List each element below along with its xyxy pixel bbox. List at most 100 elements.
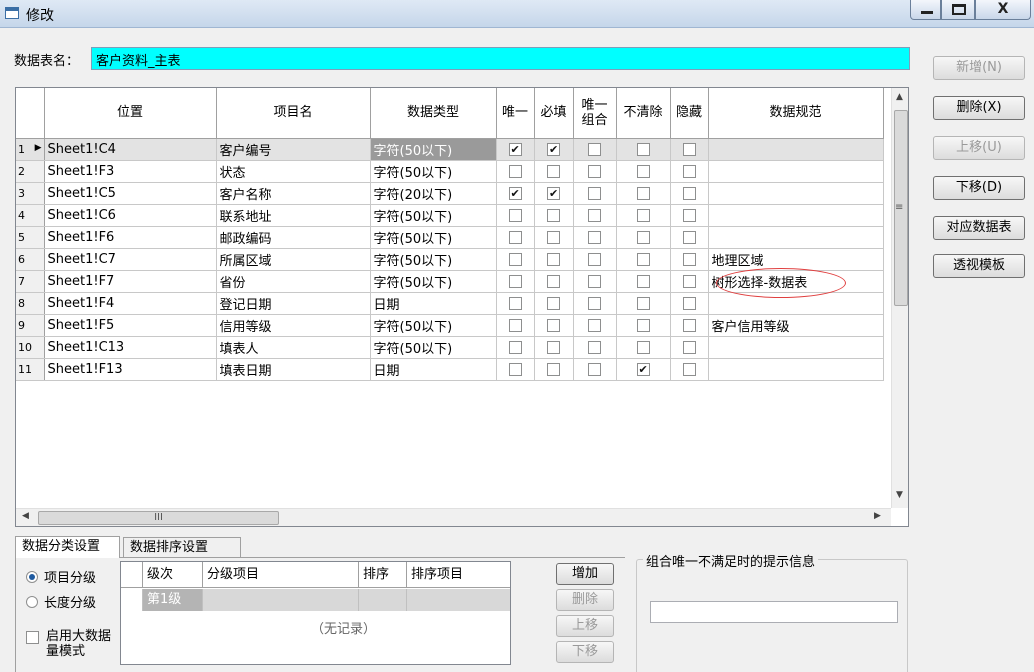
unique-checkbox-cell[interactable] xyxy=(496,336,535,359)
unique-checkbox-cell[interactable] xyxy=(496,204,535,227)
keep-checkbox-cell[interactable] xyxy=(616,248,671,271)
pivot-template-button[interactable]: 透视模板 xyxy=(933,254,1025,278)
minimize-button[interactable] xyxy=(910,0,941,20)
table-row[interactable]: 1 ▶ Sheet1!C4 客户编号 字符(50以下) xyxy=(16,138,884,161)
position-cell[interactable]: Sheet1!C7 xyxy=(44,248,217,271)
col-header-hidden[interactable]: 隐藏 xyxy=(670,88,709,139)
keep-checkbox-cell[interactable] xyxy=(616,204,671,227)
item-name-cell[interactable]: 所属区域 xyxy=(216,248,371,271)
level-delete-button[interactable]: 删除 xyxy=(556,589,614,611)
maximize-button[interactable] xyxy=(941,0,975,20)
checkbox-icon[interactable] xyxy=(508,362,522,376)
hidden-checkbox-cell[interactable] xyxy=(670,336,709,359)
row-number[interactable]: 7 xyxy=(16,270,45,293)
level-sort-cell[interactable] xyxy=(359,589,407,611)
tab-classify[interactable]: 数据分类设置 xyxy=(15,536,120,558)
checkbox-icon[interactable] xyxy=(636,230,650,244)
table-row[interactable]: 11 Sheet1!F13 填表日期 日期 xyxy=(16,358,884,381)
data-type-cell[interactable]: 日期 xyxy=(370,292,497,315)
checkbox-icon[interactable] xyxy=(508,230,522,244)
checkbox-icon[interactable] xyxy=(588,362,601,376)
checkbox-icon[interactable] xyxy=(588,208,601,222)
required-checkbox-cell[interactable] xyxy=(534,248,574,271)
required-checkbox-cell[interactable] xyxy=(534,138,574,161)
row-number[interactable]: 1 ▶ xyxy=(16,138,45,161)
level-item-cell[interactable] xyxy=(203,589,359,611)
col-header-unique-combo[interactable]: 唯一 组合 xyxy=(573,88,617,139)
required-checkbox-cell[interactable] xyxy=(534,270,574,293)
item-name-cell[interactable]: 登记日期 xyxy=(216,292,371,315)
checkbox-icon[interactable] xyxy=(682,318,696,332)
spec-cell[interactable]: 地理区域 xyxy=(708,248,884,271)
col-header-level-item[interactable]: 分级项目 xyxy=(203,562,359,588)
table-row[interactable]: 4 Sheet1!C6 联系地址 字符(50以下) xyxy=(16,204,884,227)
col-header-item-name[interactable]: 项目名 xyxy=(216,88,371,139)
position-cell[interactable]: Sheet1!C13 xyxy=(44,336,217,359)
table-row[interactable]: 5 Sheet1!F6 邮政编码 字符(50以下) xyxy=(16,226,884,249)
unique-checkbox-cell[interactable] xyxy=(496,182,535,205)
checkbox-icon[interactable] xyxy=(682,186,696,200)
combo-checkbox-cell[interactable] xyxy=(573,248,617,271)
data-type-cell[interactable]: 字符(50以下) xyxy=(370,270,497,293)
delete-button[interactable]: 删除(X) xyxy=(933,96,1025,120)
table-row[interactable]: 3 Sheet1!C5 客户名称 字符(20以下) xyxy=(16,182,884,205)
row-number[interactable]: 3 xyxy=(16,182,45,205)
unique-checkbox-cell[interactable] xyxy=(496,138,535,161)
checkbox-icon[interactable] xyxy=(588,252,601,266)
col-header-required[interactable]: 必填 xyxy=(534,88,574,139)
keep-checkbox-cell[interactable] xyxy=(616,336,671,359)
combo-checkbox-cell[interactable] xyxy=(573,270,617,293)
data-type-cell[interactable]: 字符(50以下) xyxy=(370,204,497,227)
level-row[interactable]: 第1级 xyxy=(121,589,510,611)
checkbox-icon[interactable] xyxy=(636,186,650,200)
move-up-button[interactable]: 上移(U) xyxy=(933,136,1025,160)
table-name-input[interactable]: 客户资料_主表 xyxy=(91,47,910,70)
data-type-cell[interactable]: 字符(50以下) xyxy=(370,248,497,271)
combo-checkbox-cell[interactable] xyxy=(573,226,617,249)
required-checkbox-cell[interactable] xyxy=(534,160,574,183)
checkbox-icon[interactable] xyxy=(547,230,560,244)
table-row[interactable]: 9 Sheet1!F5 信用等级 字符(50以下) 客户信用等级 xyxy=(16,314,884,337)
checkbox-icon[interactable] xyxy=(636,296,650,310)
unique-checkbox-cell[interactable] xyxy=(496,248,535,271)
data-type-cell[interactable]: 字符(50以下) xyxy=(370,314,497,337)
checkbox-icon[interactable] xyxy=(547,318,560,332)
keep-checkbox-cell[interactable] xyxy=(616,160,671,183)
checkbox-icon[interactable] xyxy=(508,208,522,222)
required-checkbox-cell[interactable] xyxy=(534,336,574,359)
position-cell[interactable]: Sheet1!C5 xyxy=(44,182,217,205)
keep-checkbox-cell[interactable] xyxy=(616,358,671,381)
keep-checkbox-cell[interactable] xyxy=(616,314,671,337)
level-sort-item-cell[interactable] xyxy=(407,589,510,611)
required-checkbox-cell[interactable] xyxy=(534,292,574,315)
checkbox-icon[interactable] xyxy=(636,164,650,178)
checkbox-icon[interactable] xyxy=(508,318,522,332)
position-cell[interactable]: Sheet1!F3 xyxy=(44,160,217,183)
checkbox-icon[interactable] xyxy=(508,340,522,354)
position-cell[interactable]: Sheet1!C4 xyxy=(44,138,217,161)
checkbox-icon[interactable] xyxy=(682,362,696,376)
checkbox-icon[interactable] xyxy=(588,142,601,156)
checkbox-icon[interactable] xyxy=(547,208,560,222)
scroll-right-icon[interactable]: ▶ xyxy=(874,511,881,521)
close-button[interactable]: X xyxy=(975,0,1031,20)
item-name-cell[interactable]: 填表日期 xyxy=(216,358,371,381)
col-header-data-type[interactable]: 数据类型 xyxy=(370,88,497,139)
row-number[interactable]: 5 xyxy=(16,226,45,249)
checkbox-icon[interactable] xyxy=(682,164,696,178)
position-cell[interactable]: Sheet1!F6 xyxy=(44,226,217,249)
item-name-cell[interactable]: 信用等级 xyxy=(216,314,371,337)
combo-checkbox-cell[interactable] xyxy=(573,358,617,381)
checkbox-icon[interactable] xyxy=(508,274,522,288)
level-down-button[interactable]: 下移 xyxy=(556,641,614,663)
checkbox-icon[interactable] xyxy=(636,252,650,266)
hidden-checkbox-cell[interactable] xyxy=(670,226,709,249)
keep-checkbox-cell[interactable] xyxy=(616,182,671,205)
combo-checkbox-cell[interactable] xyxy=(573,314,617,337)
required-checkbox-cell[interactable] xyxy=(534,314,574,337)
checkbox-icon[interactable] xyxy=(547,142,560,156)
required-checkbox-cell[interactable] xyxy=(534,226,574,249)
checkbox-icon[interactable] xyxy=(508,164,522,178)
checkbox-icon[interactable] xyxy=(636,318,650,332)
data-type-cell[interactable]: 字符(20以下) xyxy=(370,182,497,205)
